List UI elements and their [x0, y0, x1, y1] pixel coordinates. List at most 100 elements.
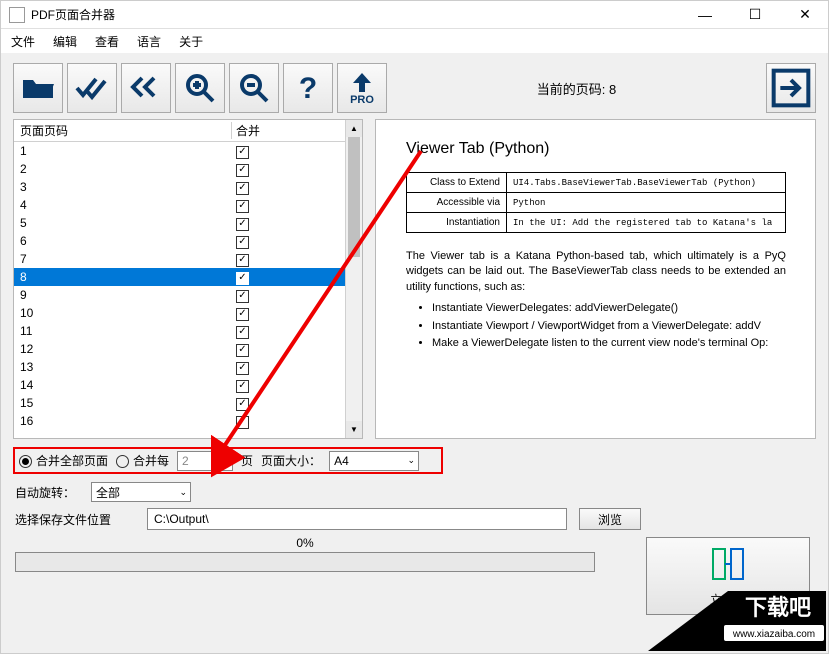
zoom-in-button[interactable]: [175, 63, 225, 113]
page-number-cell: 16: [14, 414, 232, 428]
merge-all-radio[interactable]: 合并全部页面: [19, 452, 108, 469]
auto-rotate-combo[interactable]: 全部 ⌄: [91, 482, 191, 502]
menu-about[interactable]: 关于: [179, 33, 203, 50]
table-row[interactable]: 16 ✓: [14, 412, 345, 430]
table-row[interactable]: 2✓: [14, 160, 345, 178]
merge-checkbox-cell[interactable]: ✓: [232, 359, 327, 375]
table-row[interactable]: 1✓: [14, 142, 345, 160]
table-row[interactable]: 4✓: [14, 196, 345, 214]
preview-list-item: Make a ViewerDelegate listen to the curr…: [432, 336, 802, 351]
merge-checkbox-cell[interactable]: ✓: [232, 305, 327, 321]
scroll-thumb[interactable]: [348, 137, 360, 257]
merge-checkbox-cell[interactable]: ✓: [232, 197, 327, 213]
undo-arrows-icon: [128, 70, 164, 106]
table-row[interactable]: 3✓: [14, 178, 345, 196]
checkbox-icon[interactable]: ✓: [236, 146, 249, 159]
table-row[interactable]: 8✓: [14, 268, 345, 286]
checkbox-icon[interactable]: ✓: [236, 398, 249, 411]
maximize-button[interactable]: ☐: [740, 5, 770, 25]
table-row[interactable]: 10✓: [14, 304, 345, 322]
table-row[interactable]: 15 ✓: [14, 394, 345, 412]
checkbox-icon[interactable]: ✓: [236, 308, 249, 321]
merge-checkbox-cell[interactable]: ✓: [232, 395, 327, 411]
svg-text:PRO: PRO: [350, 94, 374, 106]
merge-checkbox-cell[interactable]: ✓: [232, 413, 327, 429]
preview-list-item: Instantiate Viewport / ViewportWidget fr…: [432, 319, 802, 334]
progress-text: 0%: [15, 536, 595, 550]
menu-file[interactable]: 文件: [11, 33, 35, 50]
browse-button[interactable]: 浏览: [579, 508, 641, 530]
exit-button[interactable]: [766, 63, 816, 113]
progress-bar: [15, 552, 595, 572]
zoom-out-button[interactable]: [229, 63, 279, 113]
merge-checkbox-cell[interactable]: ✓: [232, 215, 327, 231]
checkbox-icon[interactable]: ✓: [236, 290, 249, 303]
merge-checkbox-cell[interactable]: ✓: [232, 269, 327, 285]
checkbox-icon[interactable]: ✓: [236, 254, 249, 267]
checkbox-icon[interactable]: ✓: [236, 380, 249, 393]
table-row[interactable]: 5✓: [14, 214, 345, 232]
minimize-button[interactable]: —: [690, 5, 720, 25]
auto-rotate-value: 全部: [96, 484, 120, 501]
help-button[interactable]: ?: [283, 63, 333, 113]
merge-checkbox-cell[interactable]: ✓: [232, 143, 327, 159]
pro-up-icon: PRO: [344, 70, 380, 106]
page-number-cell: 6: [14, 234, 232, 248]
double-check-icon: [74, 70, 110, 106]
merge-every-radio[interactable]: 合并每: [116, 452, 169, 469]
apply-button[interactable]: [67, 63, 117, 113]
pages-suffix-label: 页: [241, 452, 253, 469]
menu-edit[interactable]: 编辑: [53, 33, 77, 50]
merge-checkbox-cell[interactable]: ✓: [232, 179, 327, 195]
chevron-down-icon: ⌄: [179, 487, 187, 498]
checkbox-icon[interactable]: ✓: [236, 272, 249, 285]
open-button[interactable]: [13, 63, 63, 113]
merge-pages-icon: [711, 545, 745, 585]
undo-button[interactable]: [121, 63, 171, 113]
checkbox-icon[interactable]: ✓: [236, 326, 249, 339]
merge-every-n-combo[interactable]: 2⌄: [177, 451, 233, 471]
col-merge[interactable]: 合并: [232, 122, 327, 139]
table-row[interactable]: 7✓: [14, 250, 345, 268]
page-size-combo[interactable]: A4⌄: [329, 451, 419, 471]
page-number-cell: 11: [14, 324, 232, 338]
page-number-cell: 15: [14, 396, 232, 410]
scroll-up-icon[interactable]: ▲: [346, 120, 362, 137]
merge-checkbox-cell[interactable]: ✓: [232, 377, 327, 393]
cell-class-label: Class to Extend: [407, 173, 507, 193]
table-row[interactable]: 9✓: [14, 286, 345, 304]
table-row[interactable]: 6✓: [14, 232, 345, 250]
checkbox-icon[interactable]: ✓: [236, 164, 249, 177]
menu-lang[interactable]: 语言: [137, 33, 161, 50]
col-page-number[interactable]: 页面页码: [14, 122, 232, 139]
page-number-cell: 14: [14, 378, 232, 392]
checkbox-icon[interactable]: ✓: [236, 362, 249, 375]
page-list-scrollbar[interactable]: ▲ ▼: [345, 120, 362, 438]
checkbox-icon[interactable]: ✓: [236, 416, 249, 429]
close-button[interactable]: ✕: [790, 5, 820, 25]
run-now-button[interactable]: 立刻…: [646, 537, 810, 615]
merge-checkbox-cell[interactable]: ✓: [232, 233, 327, 249]
page-number-cell: 2: [14, 162, 232, 176]
pro-button[interactable]: PRO: [337, 63, 387, 113]
merge-checkbox-cell[interactable]: ✓: [232, 251, 327, 267]
merge-checkbox-cell[interactable]: ✓: [232, 341, 327, 357]
checkbox-icon[interactable]: ✓: [236, 200, 249, 213]
merge-checkbox-cell[interactable]: ✓: [232, 161, 327, 177]
menu-view[interactable]: 查看: [95, 33, 119, 50]
table-row[interactable]: 14 ✓: [14, 376, 345, 394]
page-number-cell: 5: [14, 216, 232, 230]
merge-checkbox-cell[interactable]: ✓: [232, 323, 327, 339]
checkbox-icon[interactable]: ✓: [236, 236, 249, 249]
table-row[interactable]: 13✓: [14, 358, 345, 376]
table-row[interactable]: 11 ✓: [14, 322, 345, 340]
checkbox-icon[interactable]: ✓: [236, 218, 249, 231]
cell-inst-label: Instantiation: [407, 213, 507, 233]
merge-checkbox-cell[interactable]: ✓: [232, 287, 327, 303]
merge-all-label: 合并全部页面: [36, 454, 108, 468]
checkbox-icon[interactable]: ✓: [236, 344, 249, 357]
checkbox-icon[interactable]: ✓: [236, 182, 249, 195]
save-path-input[interactable]: C:\Output\: [147, 508, 567, 530]
table-row[interactable]: 12✓: [14, 340, 345, 358]
scroll-down-icon[interactable]: ▼: [346, 421, 362, 438]
